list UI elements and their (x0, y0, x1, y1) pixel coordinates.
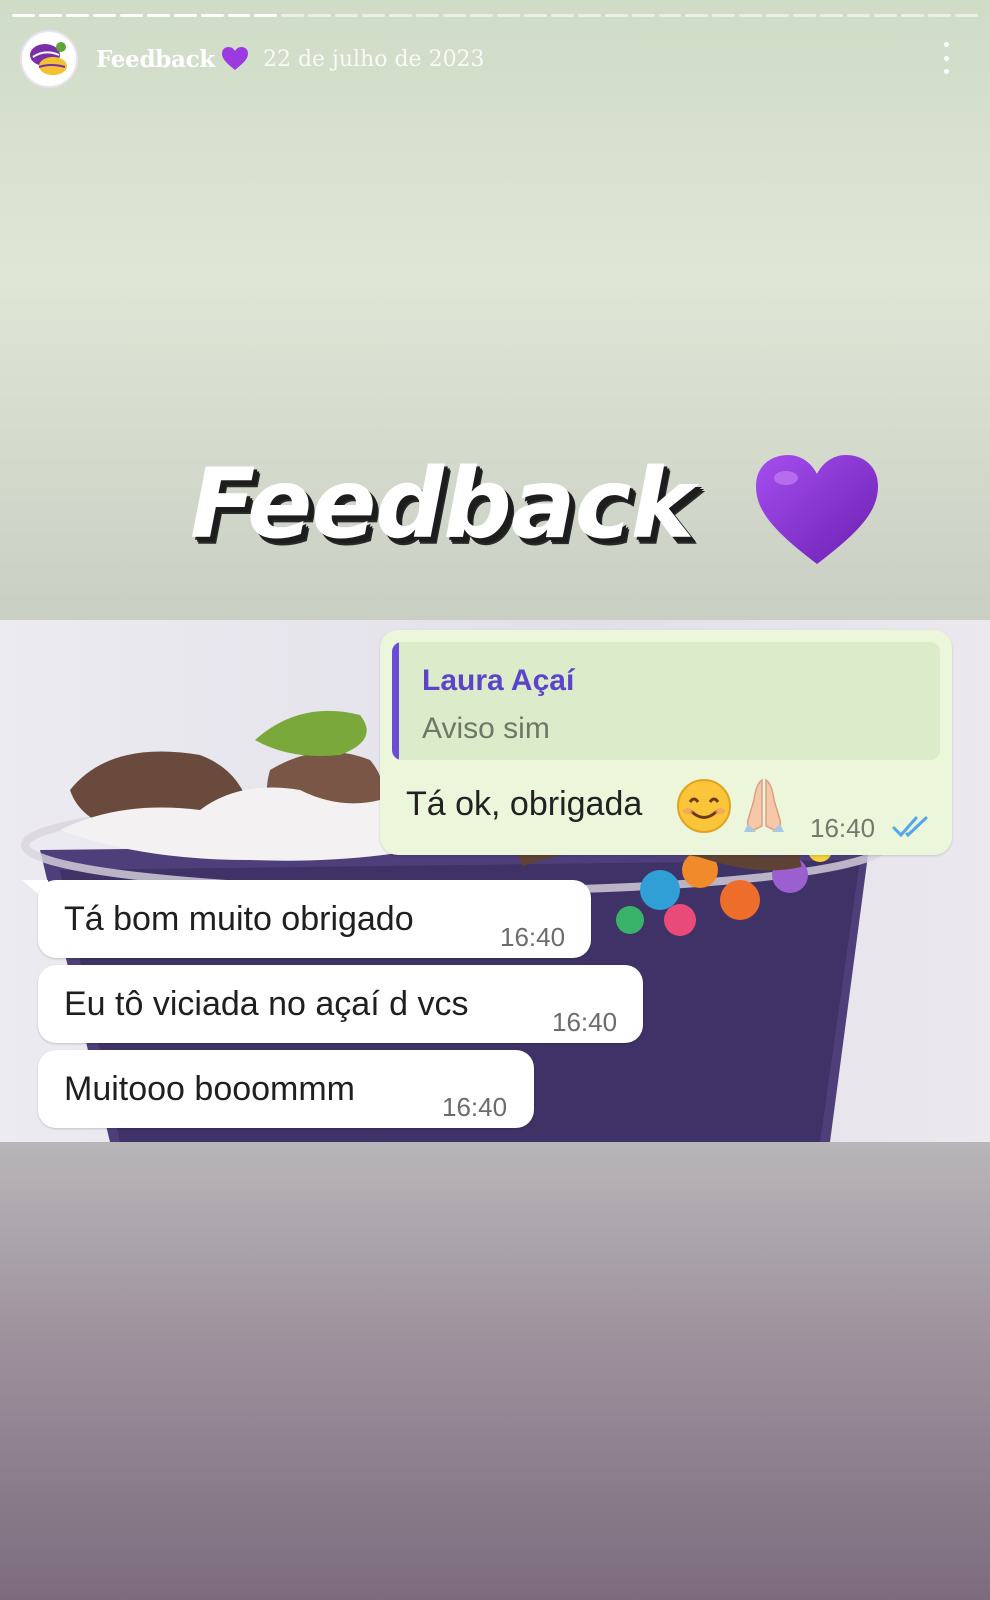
progress-segment (335, 14, 359, 17)
progress-segment (443, 14, 466, 17)
outgoing-message-text: Tá ok, obrigada (406, 785, 643, 823)
progress-segment (469, 14, 493, 17)
progress-segment (712, 14, 736, 17)
incoming-message-text: Muitooo booommm (64, 1070, 356, 1108)
quote-accent-bar (392, 642, 399, 760)
folded-hands-icon (744, 778, 784, 832)
progress-segment (847, 14, 870, 17)
progress-segment (173, 14, 197, 17)
incoming-message-text: Eu tô viciada no açaí d vcs (64, 985, 469, 1023)
quoted-sender-name: Laura Açaí (422, 664, 575, 697)
purple-heart-icon (221, 47, 248, 70)
progress-segment (658, 14, 682, 17)
progress-segment (820, 14, 844, 17)
story-date: 22 de julho de 2023 (262, 46, 485, 72)
more-options-icon[interactable] (940, 42, 952, 74)
big-purple-heart-icon (756, 455, 878, 564)
progress-segment (38, 14, 62, 17)
story-header: Feedback 22 de julho de 2023 (20, 30, 970, 88)
incoming-message-text: Tá bom muito obrigado (64, 900, 414, 938)
progress-segment (496, 14, 520, 17)
story-progress-bar (12, 14, 978, 18)
progress-segment (92, 14, 116, 17)
progress-segment (362, 14, 386, 17)
story-background-bottom (0, 1142, 990, 1600)
incoming-message-time: 16:40 (552, 1007, 618, 1037)
progress-segment (308, 14, 332, 17)
progress-segment (146, 14, 170, 17)
progress-segment (874, 14, 897, 17)
progress-segment (685, 14, 709, 17)
progress-segment (577, 14, 601, 17)
quoted-message[interactable]: Laura Açaí Aviso sim (392, 642, 940, 760)
progress-segment (12, 14, 35, 17)
progress-segment (523, 14, 547, 17)
incoming-message-bubble[interactable]: Eu tô viciada no açaí d vcs 16:40 (38, 965, 643, 1043)
story-username[interactable]: Feedback (96, 46, 215, 73)
progress-segment (227, 14, 251, 17)
progress-segment (200, 14, 224, 17)
progress-segment (793, 14, 817, 17)
overlay-title: Feedback (190, 448, 694, 560)
progress-segment (739, 14, 763, 17)
progress-segment (550, 14, 574, 17)
avatar[interactable] (20, 30, 78, 88)
progress-segment (927, 14, 951, 17)
outgoing-message-bubble[interactable]: Laura Açaí Aviso sim Tá ok, obrigada 16:… (380, 630, 952, 855)
incoming-message-time: 16:40 (500, 922, 566, 952)
read-receipt-icon (892, 816, 928, 838)
progress-segment (900, 14, 924, 17)
progress-segment (119, 14, 143, 17)
progress-segment (954, 14, 978, 17)
progress-segment (389, 14, 413, 17)
smiling-face-icon (677, 779, 731, 833)
progress-segment (65, 14, 89, 17)
incoming-message-time: 16:40 (442, 1092, 508, 1122)
progress-segment (631, 14, 655, 17)
progress-segment (281, 14, 305, 17)
incoming-message-bubble[interactable]: Muitooo booommm 16:40 (38, 1050, 534, 1128)
quoted-message-text: Aviso sim (422, 712, 550, 745)
progress-segment (254, 14, 278, 17)
outgoing-message-time: 16:40 (810, 813, 876, 843)
incoming-message-bubble[interactable]: Tá bom muito obrigado 16:40 (38, 880, 591, 958)
progress-segment (766, 14, 790, 17)
acai-logo-icon (24, 34, 74, 84)
progress-segment (416, 14, 439, 17)
progress-segment (604, 14, 628, 17)
